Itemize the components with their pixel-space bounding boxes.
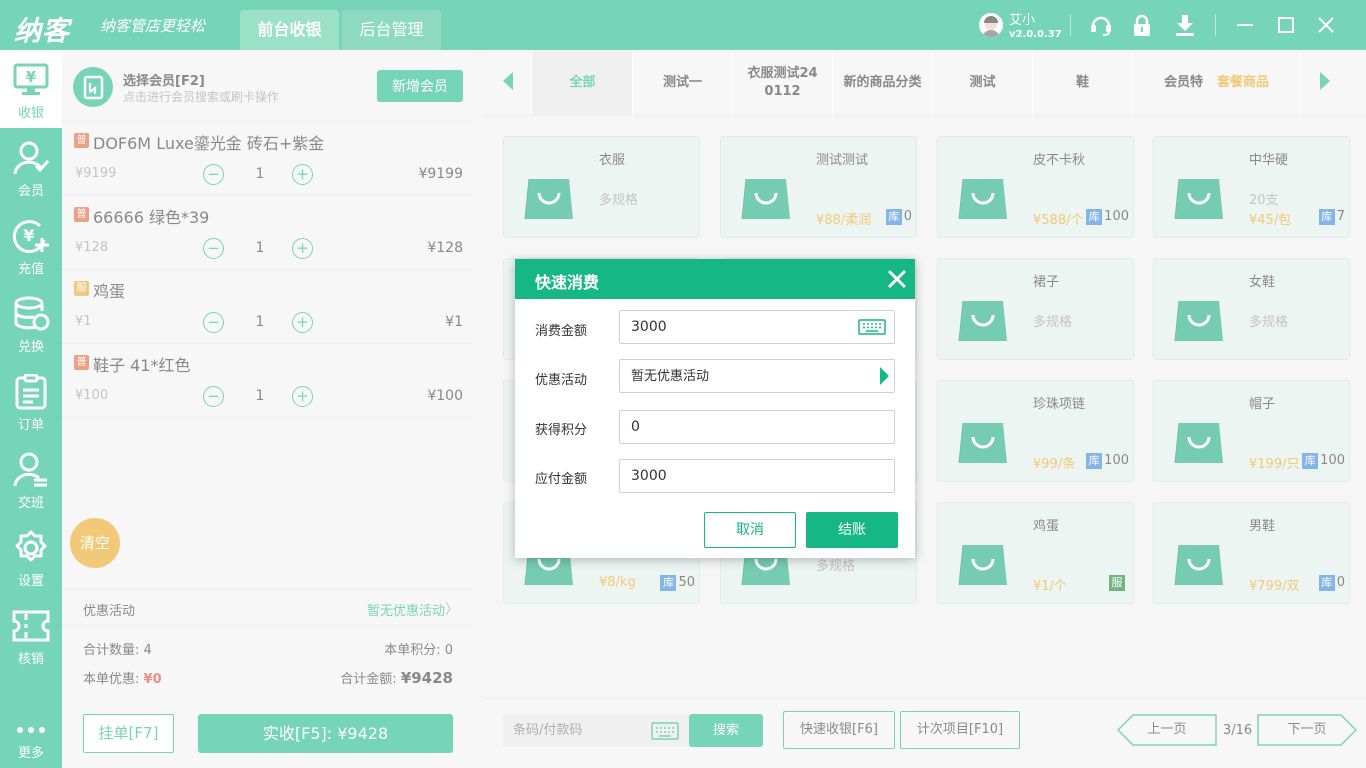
amount-label: 消费金额 <box>535 324 588 339</box>
caret-right-icon <box>880 367 889 385</box>
points-field[interactable]: 0 <box>619 410 895 444</box>
promo-label: 优惠活动 <box>535 373 588 388</box>
dialog-header: 快速消费 <box>515 259 915 299</box>
payable-field[interactable]: 3000 <box>619 459 895 493</box>
amount-field[interactable]: 3000 <box>619 310 895 344</box>
app-window: 纳客 纳客管店更轻松 前台收银 后台管理 艾小 v2.0.0.37 ¥ 收银 会… <box>0 0 1366 768</box>
dialog-title: 快速消费 <box>535 273 600 292</box>
payable-label: 应付金额 <box>535 472 588 487</box>
quick-consume-dialog: 快速消费 消费金额 3000 优惠活动 暂无优惠活动 获得积分 0 应付金额 3… <box>515 259 915 558</box>
close-icon[interactable] <box>885 267 909 291</box>
promo-select[interactable]: 暂无优惠活动 <box>619 359 895 393</box>
points-label: 获得积分 <box>535 423 588 438</box>
cancel-button[interactable]: 取消 <box>704 512 796 548</box>
keyboard-icon[interactable] <box>858 319 886 335</box>
checkout-button[interactable]: 结账 <box>806 512 898 548</box>
